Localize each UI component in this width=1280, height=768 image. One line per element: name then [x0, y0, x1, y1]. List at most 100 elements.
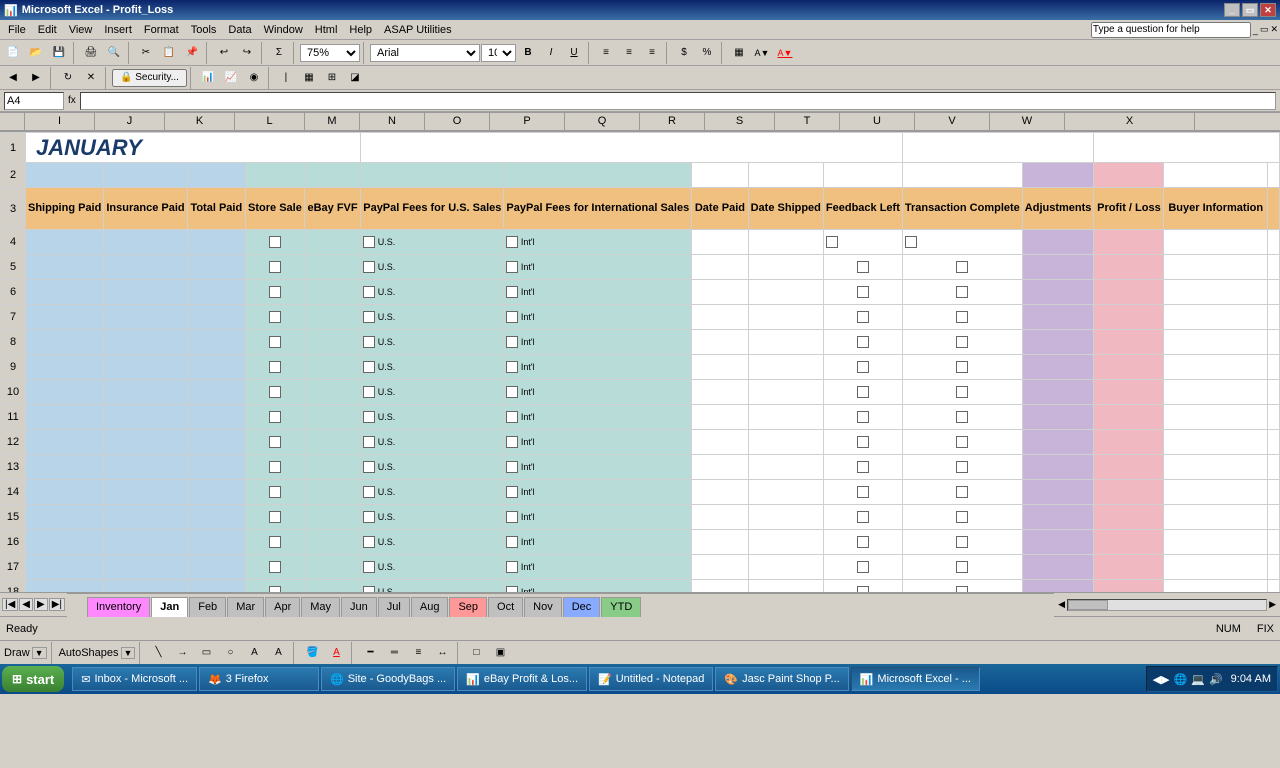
- col-header-q[interactable]: Q: [565, 113, 640, 130]
- line-style2-btn[interactable]: ═: [383, 642, 405, 664]
- r2c4[interactable]: [246, 163, 305, 188]
- tab-aug[interactable]: Aug: [411, 597, 449, 617]
- menu-asap[interactable]: ASAP Utilities: [378, 22, 458, 38]
- tab-first-btn[interactable]: |◀: [2, 598, 18, 611]
- col-header-n[interactable]: N: [360, 113, 425, 130]
- scroll-right-btn[interactable]: ▶: [1269, 599, 1276, 610]
- col-header-u[interactable]: U: [840, 113, 915, 130]
- border-btn[interactable]: ▦: [728, 42, 750, 64]
- align-left-btn[interactable]: ≡: [595, 42, 617, 64]
- tb2-btn3[interactable]: ◉: [243, 67, 265, 89]
- paste-btn[interactable]: 📌: [181, 42, 203, 64]
- fill-btn[interactable]: 🪣: [301, 642, 323, 664]
- cut-btn[interactable]: ✂: [135, 42, 157, 64]
- r2c9[interactable]: [748, 163, 823, 188]
- percent-btn[interactable]: %: [696, 42, 718, 64]
- taskbar-inbox[interactable]: ✉ Inbox - Microsoft ...: [72, 667, 197, 691]
- col-header-t[interactable]: T: [775, 113, 840, 130]
- tab-next-btn[interactable]: ▶: [34, 598, 48, 611]
- r2c13[interactable]: [1094, 163, 1164, 188]
- tab-oct[interactable]: Oct: [488, 597, 523, 617]
- tab-jun[interactable]: Jun: [341, 597, 377, 617]
- menu-view[interactable]: View: [63, 22, 99, 38]
- r2c11[interactable]: [902, 163, 1022, 188]
- col-header-p[interactable]: P: [490, 113, 565, 130]
- r2c2[interactable]: [104, 163, 187, 188]
- menu-min-btn[interactable]: _: [1253, 25, 1258, 35]
- taskbar-firefox[interactable]: 🦊 3 Firefox: [199, 667, 319, 691]
- draw-dropdown-btn[interactable]: ▼: [32, 647, 47, 659]
- menu-edit[interactable]: Edit: [32, 22, 63, 38]
- preview-btn[interactable]: 🔍: [103, 42, 125, 64]
- col-header-v[interactable]: V: [915, 113, 990, 130]
- r2c7[interactable]: [504, 163, 692, 188]
- currency-btn[interactable]: $: [673, 42, 695, 64]
- r2c3[interactable]: [187, 163, 245, 188]
- taskbar-paint[interactable]: 🎨 Jasc Paint Shop P...: [715, 667, 848, 691]
- menu-data[interactable]: Data: [222, 22, 257, 38]
- oval-btn[interactable]: ○: [219, 642, 241, 664]
- tab-last-btn[interactable]: ▶|: [49, 598, 65, 611]
- restore-btn[interactable]: ▭: [1242, 3, 1258, 17]
- col-header-j[interactable]: J: [95, 113, 165, 130]
- align-center-btn[interactable]: ≡: [618, 42, 640, 64]
- zoom-combo[interactable]: 75%100%50%: [300, 44, 360, 62]
- r2c14[interactable]: [1164, 163, 1268, 188]
- minimize-btn[interactable]: _: [1224, 3, 1240, 17]
- menu-file[interactable]: File: [2, 22, 32, 38]
- header-transaction[interactable]: Transaction Complete: [902, 188, 1022, 230]
- rect-btn[interactable]: ▭: [195, 642, 217, 664]
- tb2-btn1[interactable]: ◀: [2, 67, 24, 89]
- header-buyer-info[interactable]: Buyer Information: [1164, 188, 1268, 230]
- taskbar-site[interactable]: 🌐 Site - GoodyBags ...: [321, 667, 455, 691]
- tb2-chart2[interactable]: 📈: [220, 67, 242, 89]
- italic-btn[interactable]: I: [540, 42, 562, 64]
- copy-btn[interactable]: 📋: [158, 42, 180, 64]
- arrow-btn[interactable]: →: [171, 642, 193, 664]
- header-paypal-intl[interactable]: PayPal Fees for International Sales: [504, 188, 692, 230]
- header-shipping[interactable]: Shipping Paid: [26, 188, 104, 230]
- arrow-style-btn[interactable]: ↔: [431, 642, 453, 664]
- tb2-btn7[interactable]: ◪: [344, 67, 366, 89]
- header-paypal-us[interactable]: PayPal Fees for U.S. Sales: [361, 188, 504, 230]
- col-header-s[interactable]: S: [705, 113, 775, 130]
- r2c15[interactable]: [1267, 163, 1279, 188]
- r2c1[interactable]: [26, 163, 104, 188]
- tb2-chart[interactable]: 📊: [197, 67, 219, 89]
- tab-mar[interactable]: Mar: [227, 597, 264, 617]
- hscroll-thumb[interactable]: [1068, 600, 1108, 610]
- redo-btn[interactable]: ↪: [236, 42, 258, 64]
- tab-apr[interactable]: Apr: [265, 597, 300, 617]
- tb2-btn2[interactable]: ▶: [25, 67, 47, 89]
- header-feedback[interactable]: Feedback Left: [823, 188, 902, 230]
- shadow-btn[interactable]: □: [465, 642, 487, 664]
- tab-dec[interactable]: Dec: [563, 597, 601, 617]
- header-date-paid[interactable]: Date Paid: [692, 188, 748, 230]
- header-store-sale[interactable]: Store Sale: [246, 188, 305, 230]
- menu-help[interactable]: Help: [343, 22, 378, 38]
- line-style3-btn[interactable]: ≡: [407, 642, 429, 664]
- fontsize-combo[interactable]: 10812: [481, 44, 516, 62]
- menu-insert[interactable]: Insert: [98, 22, 138, 38]
- tb2-btn4[interactable]: |: [275, 67, 297, 89]
- tab-sep[interactable]: Sep: [449, 597, 487, 617]
- r2c12[interactable]: [1022, 163, 1094, 188]
- print-btn[interactable]: 🖨: [80, 42, 102, 64]
- r2c8[interactable]: [692, 163, 748, 188]
- tab-ytd[interactable]: YTD: [601, 597, 641, 617]
- col-header-k[interactable]: K: [165, 113, 235, 130]
- name-box[interactable]: [4, 92, 64, 110]
- menu-html[interactable]: Html: [309, 22, 344, 38]
- col-header-x[interactable]: X: [1065, 113, 1195, 130]
- january-cell[interactable]: JANUARY: [26, 133, 361, 163]
- sum-btn[interactable]: Σ: [268, 42, 290, 64]
- wordart-btn[interactable]: A: [267, 642, 289, 664]
- close-btn[interactable]: ✕: [1260, 3, 1276, 17]
- r2c6[interactable]: [361, 163, 504, 188]
- tab-jan[interactable]: Jan: [151, 597, 188, 617]
- header-adjustments[interactable]: Adjustments: [1022, 188, 1094, 230]
- start-button[interactable]: ⊞ start: [2, 666, 64, 692]
- tab-jul[interactable]: Jul: [378, 597, 410, 617]
- col-header-w[interactable]: W: [990, 113, 1065, 130]
- tb2-btn6[interactable]: ⊞: [321, 67, 343, 89]
